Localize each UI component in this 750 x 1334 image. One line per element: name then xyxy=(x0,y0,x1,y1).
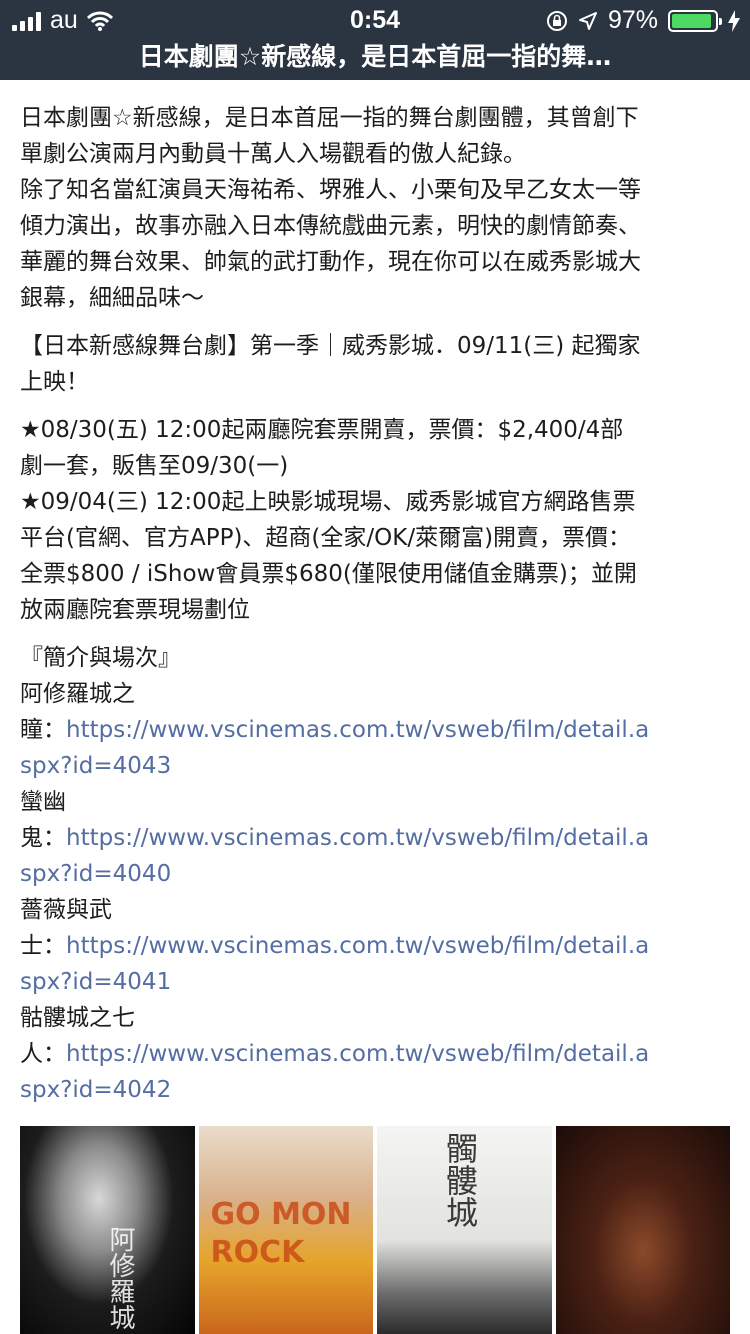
page-title: 日本劇團☆新感線，是日本首屈一指的舞… xyxy=(0,40,750,80)
rotation-lock-icon xyxy=(546,10,567,31)
film-link-cont[interactable]: spx?id=4043 xyxy=(20,748,730,784)
film-link-line: 瞳：https://www.vscinemas.com.tw/vsweb/fil… xyxy=(20,712,730,748)
film-title: 阿修羅城之 xyxy=(20,681,135,707)
poster-strip[interactable]: 阿修羅城 GO MON ROCK 髑髏城 xyxy=(20,1126,730,1334)
text-line: 華麗的舞台效果、帥氣的武打動作，現在你可以在威秀影城大 xyxy=(20,249,641,275)
status-right: 97% xyxy=(546,6,740,35)
film-title: 骷髏城之七 xyxy=(20,1005,135,1031)
film-link-line: 鬼：https://www.vscinemas.com.tw/vsweb/fil… xyxy=(20,820,730,856)
text-line: 【日本新感線舞台劇】第一季｜威秀影城．09/11(三) 起獨家 xyxy=(20,333,641,359)
poster-warriors[interactable] xyxy=(555,1126,730,1334)
film-title: 薔薇與武 xyxy=(20,897,112,923)
release-paragraph: 【日本新感線舞台劇】第一季｜威秀影城．09/11(三) 起獨家 上映！ xyxy=(20,328,730,400)
film-link-cont[interactable]: spx?id=4042 xyxy=(20,1072,730,1108)
status-bar: au 0:54 97% xyxy=(0,0,750,40)
article-body: 日本劇團☆新感線，是日本首屈一指的舞台劇團體，其曾創下 單劇公演兩月內動員十萬人… xyxy=(20,100,730,1108)
section-heading: 『簡介與場次』 xyxy=(20,645,181,671)
text-line: 傾力演出，故事亦融入日本傳統戲曲元素，明快的劇情節奏、 xyxy=(20,213,641,239)
text-line: 全票$800 / iShow會員票$680(僅限使用儲值金購票)；並開 xyxy=(20,561,637,587)
film-link[interactable]: https://www.vscinemas.com.tw/vsweb/film/… xyxy=(66,825,649,851)
location-arrow-icon xyxy=(578,11,597,30)
film-link-line: 士：https://www.vscinemas.com.tw/vsweb/fil… xyxy=(20,928,730,964)
poster-caption: 阿修羅城 xyxy=(105,1226,135,1330)
film-link-cont[interactable]: spx?id=4041 xyxy=(20,964,730,1000)
film-title-end: 士： xyxy=(20,933,66,959)
film-link[interactable]: https://www.vscinemas.com.tw/vsweb/film/… xyxy=(66,933,649,959)
text-line: 平台(官網、官方APP)、超商(全家/OK/萊爾富)開賣，票價： xyxy=(20,525,632,551)
battery-icon xyxy=(668,9,722,32)
film-link-line: 人：https://www.vscinemas.com.tw/vsweb/fil… xyxy=(20,1036,730,1072)
film-list: 『簡介與場次』 阿修羅城之 瞳：https://www.vscinemas.co… xyxy=(20,640,730,1108)
text-line: 日本劇團☆新感線，是日本首屈一指的舞台劇團體，其曾創下 xyxy=(20,105,639,131)
poster-dokuro[interactable]: 髑髏城 xyxy=(377,1126,552,1334)
text-line: 劇一套，販售至09/30(一) xyxy=(20,453,289,479)
battery-percent: 97% xyxy=(607,6,658,34)
intro-paragraph: 日本劇團☆新感線，是日本首屈一指的舞台劇團體，其曾創下 單劇公演兩月內動員十萬人… xyxy=(20,100,730,316)
text-line: 單劇公演兩月內動員十萬人入場觀看的傲人紀錄。 xyxy=(20,141,526,167)
film-link[interactable]: https://www.vscinemas.com.tw/vsweb/film/… xyxy=(66,1041,649,1067)
film-title-end: 鬼： xyxy=(20,825,66,851)
text-line: 銀幕，細細品味～ xyxy=(20,285,204,311)
film-title: 蠻幽 xyxy=(20,789,66,815)
text-line: ★09/04(三) 12:00起上映影城現場、威秀影城官方網路售票 xyxy=(20,489,636,515)
poster-caption: GO MON ROCK xyxy=(210,1197,352,1270)
poster-caption: 髑髏城 xyxy=(441,1132,479,1228)
film-title-end: 瞳： xyxy=(20,717,66,743)
poster-goemon[interactable]: GO MON ROCK xyxy=(198,1126,373,1334)
film-link-cont[interactable]: spx?id=4040 xyxy=(20,856,730,892)
poster-ashura[interactable]: 阿修羅城 xyxy=(20,1126,195,1334)
ticket-paragraph: ★08/30(五) 12:00起兩廳院套票開賣，票價：$2,400/4部 劇一套… xyxy=(20,412,730,628)
charging-bolt-icon xyxy=(728,9,740,32)
text-line: ★08/30(五) 12:00起兩廳院套票開賣，票價：$2,400/4部 xyxy=(20,417,624,443)
text-line: 放兩廳院套票現場劃位 xyxy=(20,597,250,623)
film-link[interactable]: https://www.vscinemas.com.tw/vsweb/film/… xyxy=(66,717,649,743)
film-title-end: 人： xyxy=(20,1041,66,1067)
text-line: 上映！ xyxy=(20,369,89,395)
text-line: 除了知名當紅演員天海祐希、堺雅人、小栗旬及早乙女太一等 xyxy=(20,177,641,203)
